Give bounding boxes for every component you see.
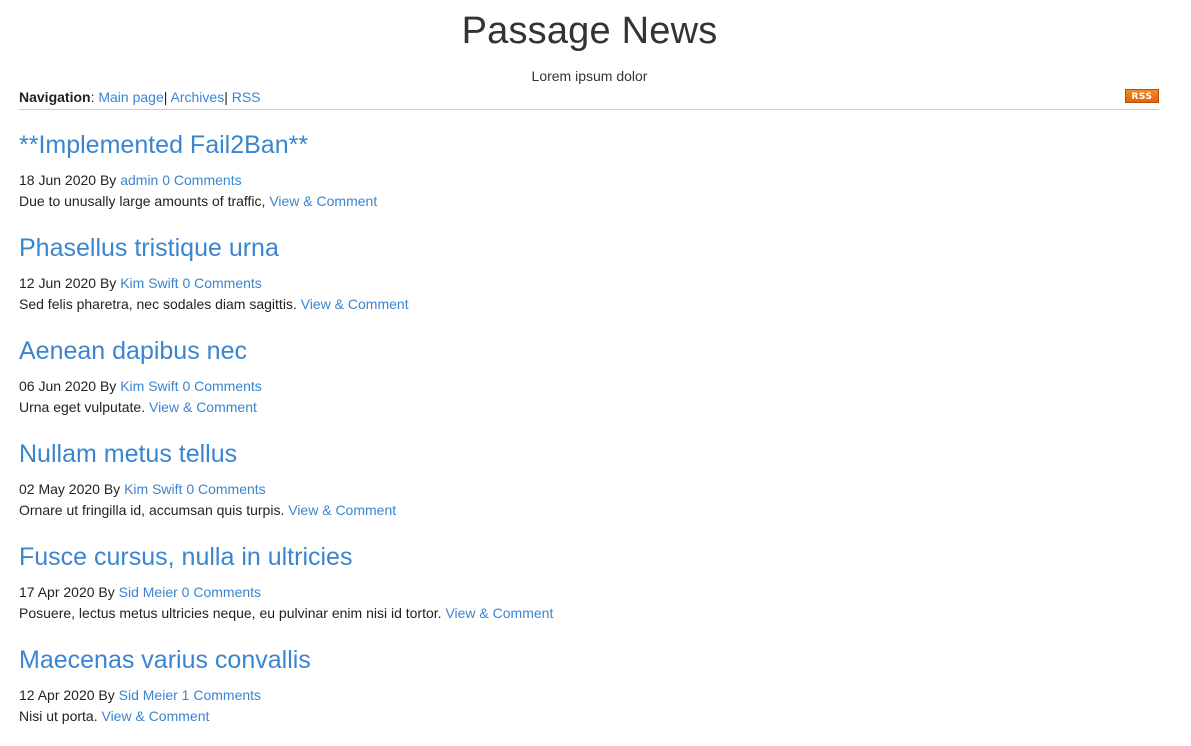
post-author-link[interactable]: Sid Meier	[119, 584, 178, 600]
post-excerpt: Sed felis pharetra, nec sodales diam sag…	[19, 294, 1159, 315]
post-meta: 12 Jun 2020 By Kim Swift 0 Comments	[19, 273, 1159, 294]
post-author-link[interactable]: admin	[120, 172, 158, 188]
post-by: By	[99, 275, 117, 291]
post-excerpt: Nisi ut porta. View & Comment	[19, 706, 1159, 727]
post-excerpt: Due to unusally large amounts of traffic…	[19, 191, 1159, 212]
post-date: 02 May 2020	[19, 481, 100, 497]
post-excerpt-text: Urna eget vulputate.	[19, 399, 146, 415]
post-title-link[interactable]: Phasellus tristique urna	[19, 231, 1159, 265]
post-by: By	[98, 687, 115, 703]
post-title-link[interactable]: Aenean dapibus nec	[19, 334, 1159, 368]
post-title-link[interactable]: Nullam metus tellus	[19, 437, 1159, 471]
post-item: Fusce cursus, nulla in ultricies 17 Apr …	[19, 540, 1159, 643]
post-item: **Implemented Fail2Ban** 18 Jun 2020 By …	[19, 128, 1159, 231]
post-item: Aenean dapibus nec 06 Jun 2020 By Kim Sw…	[19, 334, 1159, 437]
post-author-link[interactable]: Kim Swift	[120, 275, 178, 291]
post-excerpt: Posuere, lectus metus ultricies neque, e…	[19, 603, 1159, 624]
post-comments-link[interactable]: 0 Comments	[182, 378, 261, 394]
post-title-link[interactable]: Fusce cursus, nulla in ultricies	[19, 540, 1159, 574]
post-item: Phasellus tristique urna 12 Jun 2020 By …	[19, 231, 1159, 334]
view-comment-link[interactable]: View & Comment	[101, 708, 209, 724]
view-comment-link[interactable]: View & Comment	[445, 605, 553, 621]
view-comment-link[interactable]: View & Comment	[269, 193, 377, 209]
post-excerpt: Urna eget vulputate. View & Comment	[19, 397, 1159, 418]
post-excerpt: Ornare ut fringilla id, accumsan quis tu…	[19, 500, 1159, 521]
post-item: Maecenas varius convallis 12 Apr 2020 By…	[19, 643, 1159, 746]
post-meta: 02 May 2020 By Kim Swift 0 Comments	[19, 479, 1159, 500]
navigation-bar: Navigation: Main page| Archives| RSS RSS	[19, 89, 1159, 110]
site-tagline: Lorem ipsum dolor	[531, 68, 648, 84]
post-excerpt-text: Posuere, lectus metus ultricies neque, e…	[19, 605, 442, 621]
post-meta: 06 Jun 2020 By Kim Swift 0 Comments	[19, 376, 1159, 397]
post-meta: 18 Jun 2020 By admin 0 Comments	[19, 170, 1159, 191]
post-meta: 12 Apr 2020 By Sid Meier 1 Comments	[19, 685, 1159, 706]
post-author-link[interactable]: Sid Meier	[119, 687, 178, 703]
view-comment-link[interactable]: View & Comment	[149, 399, 257, 415]
post-item: Nullam metus tellus 02 May 2020 By Kim S…	[19, 437, 1159, 540]
post-comments-link[interactable]: 1 Comments	[182, 687, 261, 703]
post-excerpt-text: Sed felis pharetra, nec sodales diam sag…	[19, 296, 297, 312]
post-date: 12 Jun 2020	[19, 275, 97, 291]
nav-link-archives[interactable]: Archives	[171, 89, 225, 105]
nav-link-rss[interactable]: RSS	[232, 89, 261, 105]
post-meta: 17 Apr 2020 By Sid Meier 0 Comments	[19, 582, 1159, 603]
view-comment-link[interactable]: View & Comment	[301, 296, 409, 312]
post-comments-link[interactable]: 0 Comments	[182, 584, 261, 600]
rss-feed-icon[interactable]: RSS	[1125, 89, 1159, 103]
post-author-link[interactable]: Kim Swift	[120, 378, 178, 394]
post-excerpt-text: Ornare ut fringilla id, accumsan quis tu…	[19, 502, 285, 518]
post-by: By	[103, 481, 121, 497]
post-excerpt-text: Nisi ut porta.	[19, 708, 98, 724]
post-by: By	[99, 172, 117, 188]
nav-separator: |	[224, 89, 228, 105]
post-comments-link[interactable]: 0 Comments	[182, 275, 261, 291]
navigation-colon: :	[90, 89, 95, 105]
post-date: 06 Jun 2020	[19, 378, 97, 394]
post-excerpt-text: Due to unusally large amounts of traffic…	[19, 193, 266, 209]
post-date: 18 Jun 2020	[19, 172, 97, 188]
post-date: 12 Apr 2020	[19, 687, 95, 703]
post-comments-link[interactable]: 0 Comments	[162, 172, 241, 188]
post-author-link[interactable]: Kim Swift	[124, 481, 182, 497]
nav-separator: |	[163, 89, 168, 105]
navigation-label: Navigation	[19, 89, 91, 105]
post-by: By	[99, 378, 117, 394]
post-title-link[interactable]: **Implemented Fail2Ban**	[19, 128, 1159, 162]
post-comments-link[interactable]: 0 Comments	[186, 481, 265, 497]
nav-link-main-page[interactable]: Main page	[98, 89, 163, 105]
view-comment-link[interactable]: View & Comment	[288, 502, 396, 518]
post-date: 17 Apr 2020	[19, 584, 95, 600]
site-title: Passage News	[461, 10, 718, 52]
post-by: By	[98, 584, 115, 600]
post-list: **Implemented Fail2Ban** 18 Jun 2020 By …	[19, 128, 1159, 746]
post-title-link[interactable]: Maecenas varius convallis	[19, 643, 1159, 677]
